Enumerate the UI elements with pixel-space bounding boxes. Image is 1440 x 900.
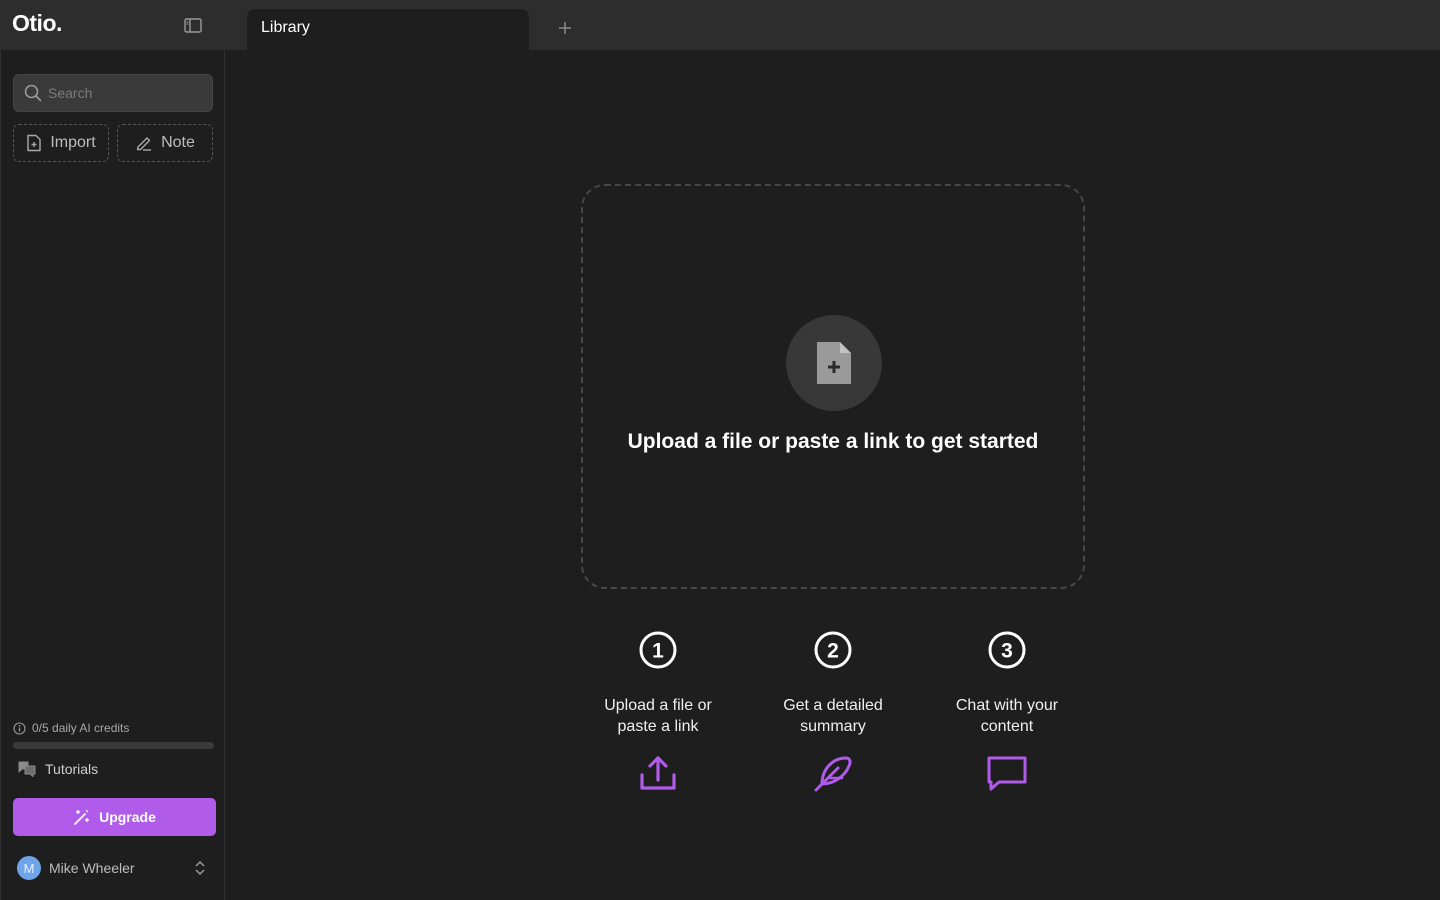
new-tab-button[interactable] — [553, 16, 577, 40]
sidebar: Import Note 0/5 daily AI credits Tutoria… — [0, 50, 225, 900]
svg-text:3: 3 — [1001, 640, 1013, 663]
search-icon — [24, 84, 42, 102]
plus-icon — [559, 22, 571, 34]
upgrade-label: Upgrade — [99, 809, 156, 825]
svg-text:2: 2 — [827, 640, 839, 663]
step-label: Upload a file or paste a link — [578, 695, 738, 737]
app-logo[interactable]: Otio. — [12, 10, 62, 37]
chat-bubbles-icon — [18, 761, 36, 777]
step-label-line: Get a detailed — [783, 697, 883, 714]
svg-text:1: 1 — [652, 640, 664, 663]
tutorials-label: Tutorials — [45, 761, 99, 777]
step-label-line: content — [980, 718, 1034, 735]
step-number-1: 1 — [638, 630, 678, 670]
chevron-up-down-icon — [195, 860, 205, 876]
search-input[interactable] — [48, 85, 198, 101]
info-icon — [13, 721, 26, 735]
file-plus-icon — [27, 134, 42, 152]
note-button[interactable]: Note — [117, 124, 213, 162]
ai-credits: 0/5 daily AI credits — [13, 721, 129, 735]
number-two-icon: 2 — [814, 631, 852, 669]
step-label-line: Upload a file or — [604, 697, 712, 714]
number-three-icon: 3 — [988, 631, 1026, 669]
note-label: Note — [161, 134, 195, 151]
step-upload: 1 Upload a file or paste a link — [578, 630, 738, 795]
feather-icon — [811, 751, 855, 795]
tab-library[interactable]: Library — [247, 9, 529, 50]
credits-progress-bar — [13, 742, 214, 749]
number-one-icon: 1 — [639, 631, 677, 669]
tutorials-link[interactable]: Tutorials — [17, 758, 98, 780]
chat-icon — [985, 751, 1029, 795]
user-menu[interactable]: M Mike Wheeler — [17, 856, 212, 880]
step-summary: 2 Get a detailed summary — [753, 630, 913, 795]
credits-text: 0/5 daily AI credits — [32, 721, 130, 735]
step-label-line: Chat with your — [955, 697, 1059, 714]
step-label-line: paste a link — [617, 718, 699, 735]
search-box[interactable] — [13, 74, 213, 112]
file-plus-icon — [817, 342, 851, 384]
user-name: Mike Wheeler — [49, 860, 135, 876]
upgrade-button[interactable]: Upgrade — [13, 798, 216, 836]
pencil-icon — [136, 137, 152, 151]
step-number-2: 2 — [813, 630, 853, 670]
step-label: Get a detailed summary — [753, 695, 913, 737]
step-label: Chat with your content — [927, 695, 1087, 737]
tab-label: Library — [261, 19, 310, 36]
add-file-button[interactable] — [786, 315, 882, 411]
step-chat: 3 Chat with your content — [927, 630, 1087, 795]
step-label-line: summary — [800, 718, 866, 735]
step-number-3: 3 — [987, 630, 1027, 670]
avatar: M — [17, 856, 41, 880]
upload-icon — [636, 751, 680, 795]
sidebar-icon — [184, 17, 202, 33]
import-label: Import — [50, 134, 96, 151]
sidebar-toggle-button[interactable] — [183, 16, 203, 34]
magic-wand-icon — [74, 809, 90, 825]
top-bar: Otio. Library — [0, 0, 1440, 50]
dropzone-text: Upload a file or paste a link to get sta… — [627, 430, 1039, 453]
import-button[interactable]: Import — [13, 124, 109, 162]
upload-dropzone[interactable]: Upload a file or paste a link to get sta… — [581, 184, 1085, 589]
